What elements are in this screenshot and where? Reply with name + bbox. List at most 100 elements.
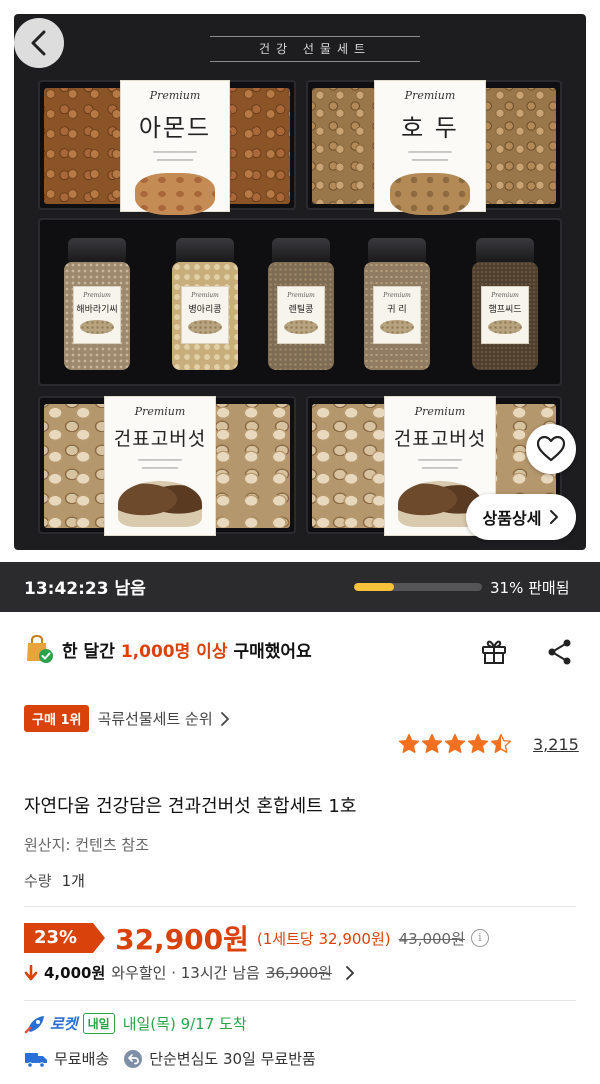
mushroom-name: 건표고버섯 <box>393 428 487 450</box>
shopping-bag-check-icon <box>24 634 54 664</box>
jar-tray: Premium 해바라기씨 Premium 병아리콩 Premium 렌틸콩 P… <box>38 218 562 386</box>
walnut-name: 호 두 <box>401 114 459 142</box>
jar-tag: Premium 병아리콩 <box>181 286 229 344</box>
star-icon <box>398 733 420 753</box>
mushroom-name: 건표고버섯 <box>113 428 207 450</box>
premium-text: Premium <box>287 292 315 299</box>
mushroom-label-left: Premium 건표고버섯 ━━━━━━━━━━━━ ━━━━━━━━━━ <box>104 396 216 536</box>
rating-stars[interactable] <box>398 733 513 755</box>
original-price: 43,000원 <box>398 929 465 948</box>
product-title: 자연다움 건강담은 견과건버섯 혼합세트 1호 <box>24 796 357 817</box>
price-row: 23% 32,900원 (1세트당 32,900원) 43,000원 i <box>24 920 489 956</box>
arrival-date: 내일(목) 9/17 도착 <box>122 1015 247 1033</box>
coupon-price-after: 36,900원 <box>265 964 333 982</box>
premium-text: Premium <box>383 292 411 299</box>
product-origin: 원산지: 컨텐츠 참조 <box>24 836 149 854</box>
tomorrow-badge: 내일 <box>82 1013 115 1034</box>
walnut-label: Premium 호 두 ━━━━━━━━━━━━ ━━━━━━━━━━ <box>374 80 486 215</box>
walnut-photo <box>390 173 470 215</box>
almond-name: 아몬드 <box>138 114 212 142</box>
jar-tag: Premium 렌틸콩 <box>277 286 325 344</box>
purchase-prefix: 한 달간 <box>62 641 115 662</box>
jar-tag: Premium 햄프씨드 <box>481 286 529 344</box>
divider <box>24 906 576 907</box>
ranking-link[interactable]: 구매 1위 곡류선물세트 순위 <box>24 705 231 732</box>
purchase-highlight: 1,000명 이상 <box>120 641 228 662</box>
gift-icon <box>482 640 506 664</box>
jar-label: 귀 리 <box>387 305 407 315</box>
quantity-row: 수량 1개 <box>24 870 85 891</box>
share-button[interactable] <box>544 636 576 668</box>
walnut-desc-lines: ━━━━━━━━━━━━ ━━━━━━━━━━ <box>408 149 452 164</box>
jar-lid <box>68 238 126 264</box>
almond-desc-lines: ━━━━━━━━━━━━ ━━━━━━━━━━ <box>153 149 197 164</box>
chevron-right-icon <box>220 711 229 726</box>
sold-progress-fill <box>354 583 394 591</box>
coupon-label: 와우할인 · 13시간 남음 <box>111 964 260 982</box>
unit-price: (1세트당 32,900원) <box>256 929 391 948</box>
premium-text: Premium <box>83 292 111 299</box>
mushroom-photo <box>118 481 202 527</box>
gift-box: 건강 선물세트 Premium 아몬드 ━━━━━━━━━━━━ ━━━━━━━━… <box>14 14 586 550</box>
jar-lentil: Premium 렌틸콩 <box>268 238 334 370</box>
mushroom-desc-lines: ━━━━━━━━━━━━ ━━━━━━━━━━ <box>418 457 462 472</box>
box-title: 건강 선물세트 <box>210 36 420 62</box>
free-shipping: 무료배송 <box>54 1050 110 1068</box>
jar-label: 렌틸콩 <box>288 305 314 315</box>
gift-button[interactable] <box>478 636 510 668</box>
rocket-icon <box>24 1015 44 1033</box>
purchase-suffix: 구매했어요 <box>233 641 312 662</box>
star-icon <box>490 733 512 753</box>
rocket-delivery-row: 로켓 내일 내일(목) 9/17 도착 <box>24 1013 247 1034</box>
wishlist-button[interactable] <box>526 424 576 474</box>
review-count[interactable]: 3,215 <box>533 735 579 754</box>
product-detail-button[interactable]: 상품상세 <box>466 494 576 540</box>
jar-tag: Premium 해바라기씨 <box>73 286 121 344</box>
rocket-label: 로켓 <box>50 1015 78 1033</box>
almond-tray: Premium 아몬드 ━━━━━━━━━━━━ ━━━━━━━━━━ <box>38 80 296 215</box>
quantity-value: 1개 <box>61 872 85 890</box>
coupon-amount: 4,000원 <box>44 964 106 982</box>
mushroom-desc-lines: ━━━━━━━━━━━━ ━━━━━━━━━━ <box>138 457 182 472</box>
rank-category: 곡류선물세트 순위 <box>97 710 213 728</box>
walnut-tray: Premium 호 두 ━━━━━━━━━━━━ ━━━━━━━━━━ <box>306 80 562 215</box>
jar-lid <box>368 238 426 264</box>
premium-text: Premium <box>134 405 186 418</box>
jar-lid <box>476 238 534 264</box>
truck-icon <box>25 1052 47 1068</box>
arrow-down-icon <box>24 964 38 980</box>
sale-price: 32,900원 <box>115 923 249 956</box>
divider <box>24 1000 576 1001</box>
almond-photo <box>135 173 215 215</box>
chevron-left-icon <box>31 30 46 56</box>
quantity-label: 수량 <box>24 872 52 890</box>
return-icon <box>124 1049 143 1068</box>
premium-text: Premium <box>149 89 201 102</box>
premium-text: Premium <box>491 292 519 299</box>
rank-badge: 구매 1위 <box>24 705 90 732</box>
coupon-row[interactable]: 4,000원 와우할인 · 13시간 남음 36,900원 <box>24 962 356 983</box>
sold-progress-bar <box>354 583 482 591</box>
chevron-right-icon <box>346 965 355 980</box>
chevron-right-icon <box>550 510 559 524</box>
purchase-count-line: 한 달간 1,000명 이상 구매했어요 <box>24 634 312 664</box>
product-image[interactable]: 건강 선물세트 Premium 아몬드 ━━━━━━━━━━━━ ━━━━━━━━… <box>0 0 600 562</box>
jar-label: 해바라기씨 <box>76 305 118 315</box>
free-returns: 단순변심도 30일 무료반품 <box>149 1050 316 1068</box>
jar-label: 햄프씨드 <box>488 305 522 315</box>
jar-sunflower: Premium 해바라기씨 <box>64 238 130 370</box>
jar-hemp: Premium 햄프씨드 <box>472 238 538 370</box>
back-button[interactable] <box>14 18 64 68</box>
jar-tag: Premium 귀 리 <box>373 286 421 344</box>
jar-oat: Premium 귀 리 <box>364 238 430 370</box>
jar-lid <box>176 238 234 264</box>
star-icon <box>467 733 489 753</box>
premium-text: Premium <box>404 89 456 102</box>
sold-percent: 31% 판매됨 <box>490 579 570 597</box>
star-icon <box>421 733 443 753</box>
info-icon[interactable]: i <box>470 929 489 947</box>
almond-label: Premium 아몬드 ━━━━━━━━━━━━ ━━━━━━━━━━ <box>120 80 230 215</box>
discount-badge: 23% <box>24 923 106 953</box>
jar-lid <box>272 238 330 264</box>
seed-picture <box>188 320 222 334</box>
